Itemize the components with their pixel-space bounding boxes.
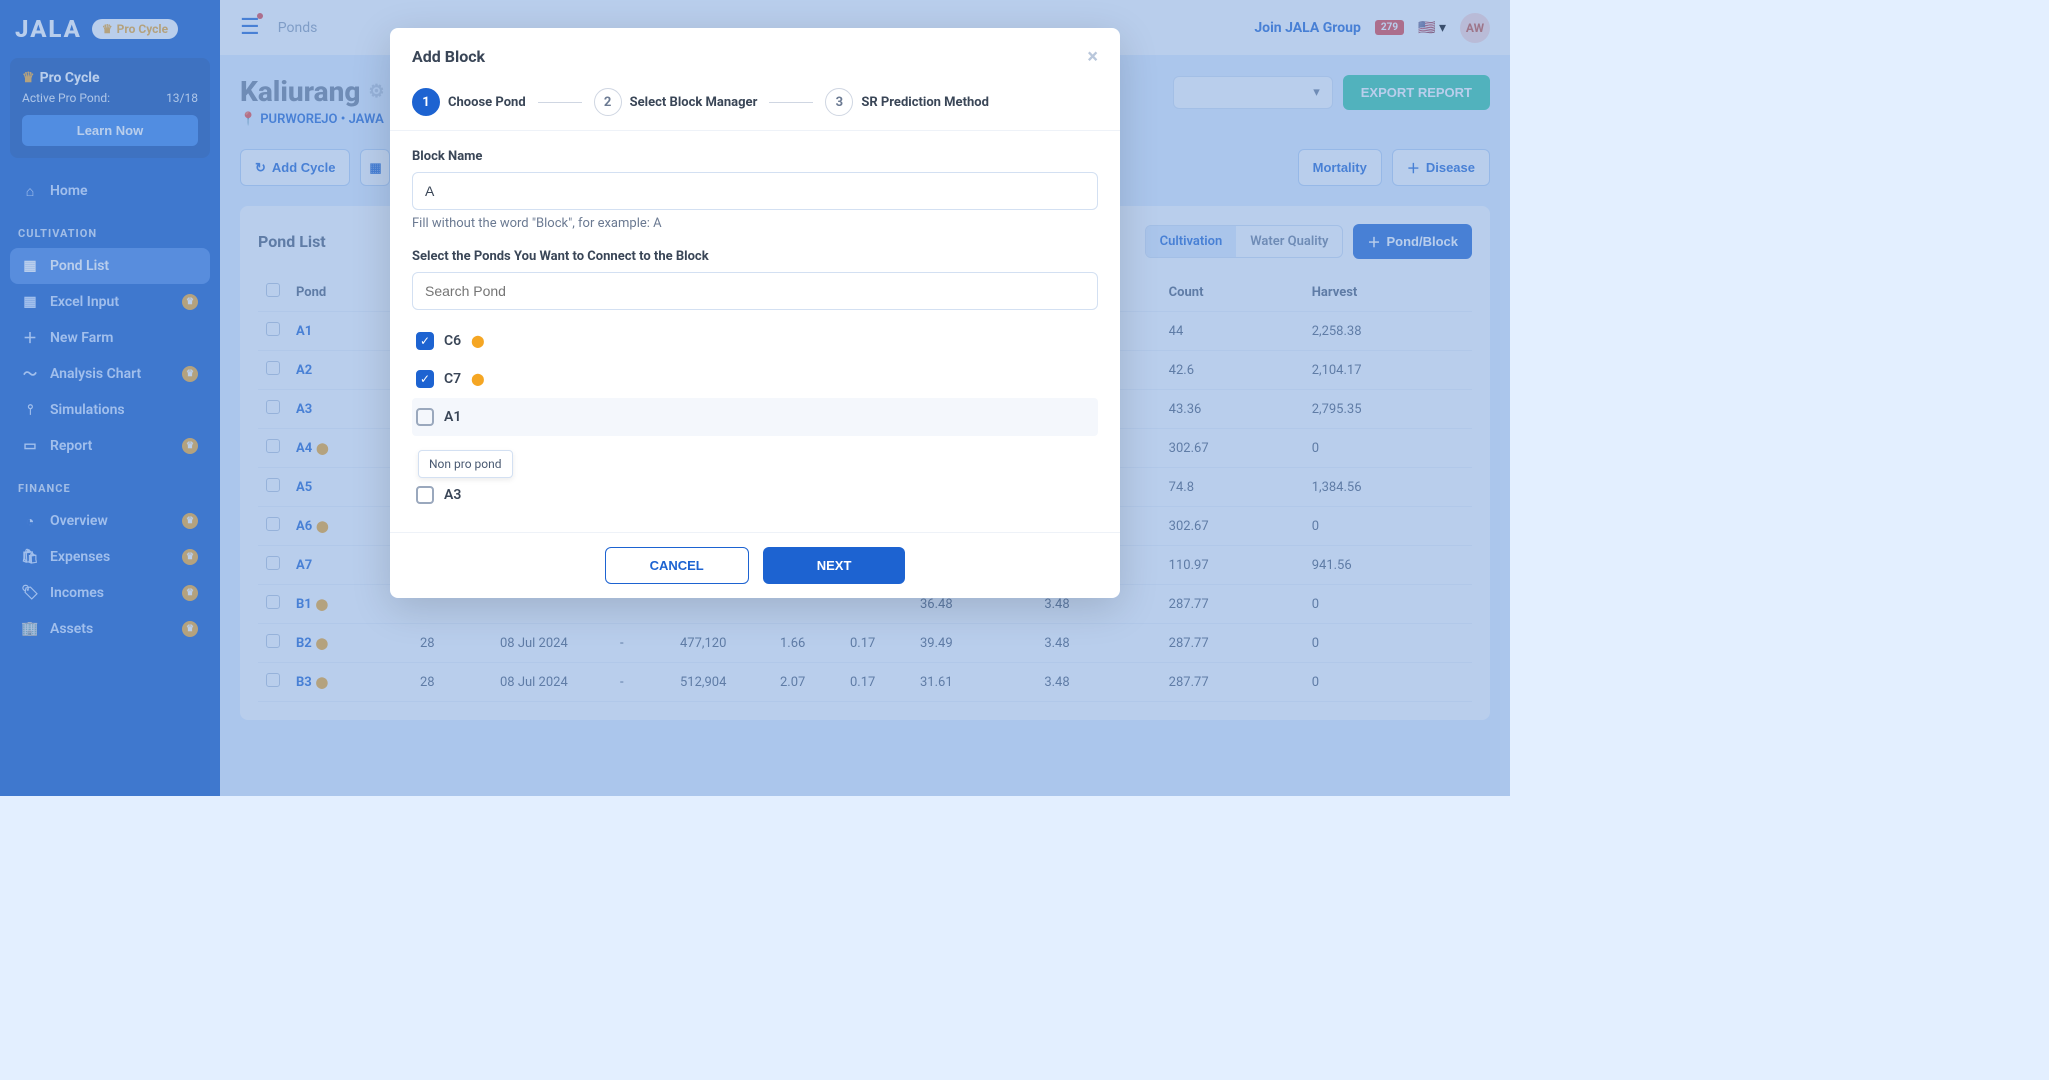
pond-checkbox[interactable] — [416, 486, 434, 504]
stepper: 1 Choose Pond 2 Select Block Manager 3 S… — [390, 84, 1120, 131]
pond-option[interactable]: A1 — [412, 398, 1098, 436]
pond-option-label: A3 — [444, 487, 461, 503]
pond-option[interactable]: ✓ C7 ⬤ — [412, 360, 1098, 398]
step-3[interactable]: 3 SR Prediction Method — [825, 88, 989, 116]
select-ponds-label: Select the Ponds You Want to Connect to … — [412, 249, 1098, 264]
next-button[interactable]: NEXT — [763, 547, 906, 584]
block-name-label: Block Name — [412, 149, 1098, 164]
pond-checkbox[interactable] — [416, 408, 434, 426]
pond-option[interactable]: ✓ C6 ⬤ — [412, 322, 1098, 360]
pond-checkbox[interactable]: ✓ — [416, 370, 434, 388]
search-pond-input[interactable] — [412, 272, 1098, 310]
crown-icon: ⬤ — [471, 334, 484, 348]
step-2[interactable]: 2 Select Block Manager — [594, 88, 758, 116]
pond-option-label: C7 — [444, 371, 461, 387]
block-name-input[interactable] — [412, 172, 1098, 210]
pond-option-label: C6 — [444, 333, 461, 349]
crown-icon: ⬤ — [471, 372, 484, 386]
cancel-button[interactable]: CANCEL — [605, 547, 749, 584]
block-name-hint: Fill without the word "Block", for examp… — [412, 216, 1098, 231]
pond-option-label: A1 — [444, 409, 461, 425]
non-pro-tooltip: Non pro pond — [418, 450, 513, 478]
pond-option[interactable]: A3 — [412, 476, 1098, 514]
step-1[interactable]: 1 Choose Pond — [412, 88, 526, 116]
close-icon[interactable]: × — [1087, 44, 1098, 68]
pond-checkbox[interactable]: ✓ — [416, 332, 434, 350]
modal-title: Add Block — [412, 47, 485, 66]
add-block-modal: Add Block × 1 Choose Pond 2 Select Block… — [390, 28, 1120, 598]
